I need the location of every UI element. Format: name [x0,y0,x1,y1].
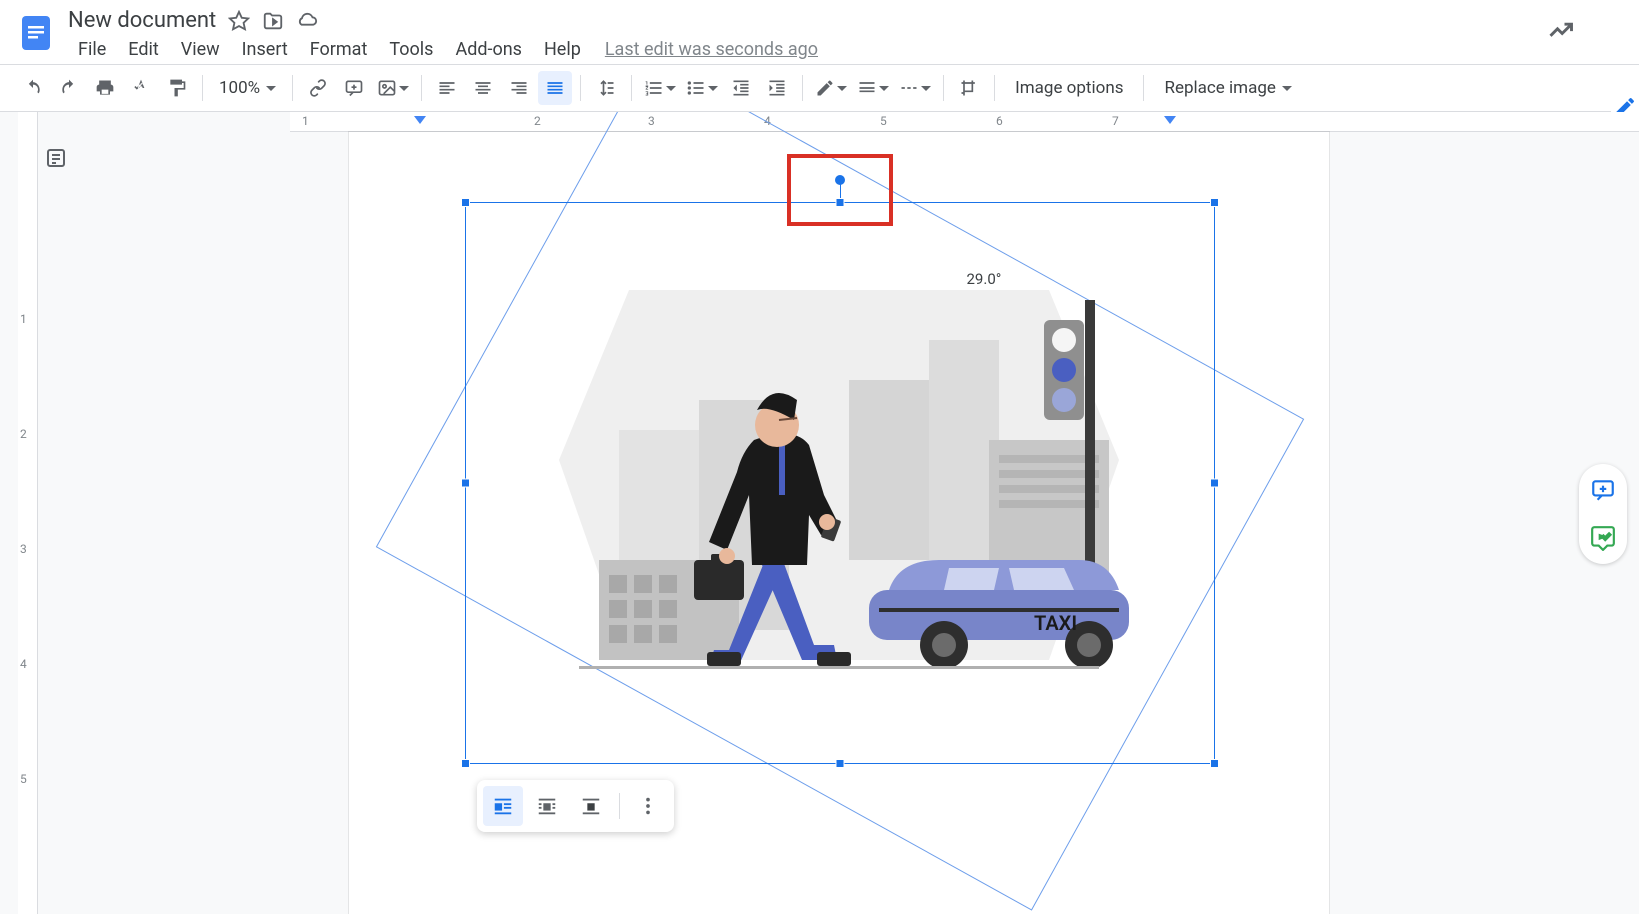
numbered-list-button[interactable] [640,71,680,105]
add-comment-button[interactable] [1587,474,1619,506]
suggest-edit-button[interactable] [1587,522,1619,554]
tutorial-highlight [787,154,893,226]
rotation-angle-label: 29.0° [967,270,1002,288]
menu-format[interactable]: Format [300,35,378,64]
last-edit-link[interactable]: Last edit was seconds ago [593,35,830,64]
menu-help[interactable]: Help [534,35,591,64]
spellcheck-button[interactable] [124,71,158,105]
image-selection-frame[interactable] [465,202,1215,764]
print-button[interactable] [88,71,122,105]
redo-button[interactable] [52,71,86,105]
resize-handle-ml[interactable] [461,479,470,488]
comment-button[interactable] [337,71,371,105]
align-justify-button[interactable] [538,71,572,105]
replace-image-button[interactable]: Replace image [1152,78,1303,98]
side-actions [1579,464,1627,564]
menu-tools[interactable]: Tools [379,35,443,64]
resize-handle-tr[interactable] [1210,198,1219,207]
wrap-text-button[interactable] [527,786,567,826]
menu-bar: File Edit View Insert Format Tools Add-o… [68,35,1539,64]
header-bar: New document File Edit View Insert Forma… [0,0,1639,65]
wrap-break-button[interactable] [571,786,611,826]
vertical-ruler[interactable]: 1 2 3 4 5 [18,112,38,914]
link-button[interactable] [301,71,335,105]
increase-indent-button[interactable] [760,71,794,105]
zoom-select[interactable]: 100% [211,78,284,98]
border-dash-button[interactable] [895,71,935,105]
paint-format-button[interactable] [160,71,194,105]
resize-handle-tl[interactable] [461,198,470,207]
wrap-inline-button[interactable] [483,786,523,826]
line-spacing-button[interactable] [589,71,623,105]
activity-icon[interactable] [1539,8,1583,56]
star-icon[interactable] [228,10,250,32]
menu-view[interactable]: View [171,35,230,64]
text-wrap-toolbar [477,780,674,832]
align-left-button[interactable] [430,71,464,105]
resize-handle-mr[interactable] [1210,479,1219,488]
image-insert-button[interactable] [373,71,413,105]
document-title[interactable]: New document [68,8,216,33]
border-weight-button[interactable] [853,71,893,105]
undo-button[interactable] [16,71,50,105]
crop-button[interactable] [952,71,986,105]
document-page[interactable]: TAXI [349,132,1329,914]
cloud-icon[interactable] [296,10,318,32]
align-right-button[interactable] [502,71,536,105]
decrease-indent-button[interactable] [724,71,758,105]
canvas-area: 1 2 3 4 5 1 2 3 4 5 6 7 [0,112,1639,914]
image-options-button[interactable]: Image options [1003,78,1135,98]
menu-file[interactable]: File [68,35,116,64]
resize-handle-bm[interactable] [835,759,844,768]
toolbar: 100% Image options Replace image [0,65,1639,112]
resize-handle-br[interactable] [1210,759,1219,768]
menu-addons[interactable]: Add-ons [445,35,532,64]
menu-insert[interactable]: Insert [232,35,298,64]
bullet-list-button[interactable] [682,71,722,105]
docs-logo[interactable] [16,12,56,52]
resize-handle-bl[interactable] [461,759,470,768]
border-color-button[interactable] [811,71,851,105]
wrap-more-button[interactable] [628,786,668,826]
align-center-button[interactable] [466,71,500,105]
menu-edit[interactable]: Edit [118,35,168,64]
move-icon[interactable] [262,10,284,32]
